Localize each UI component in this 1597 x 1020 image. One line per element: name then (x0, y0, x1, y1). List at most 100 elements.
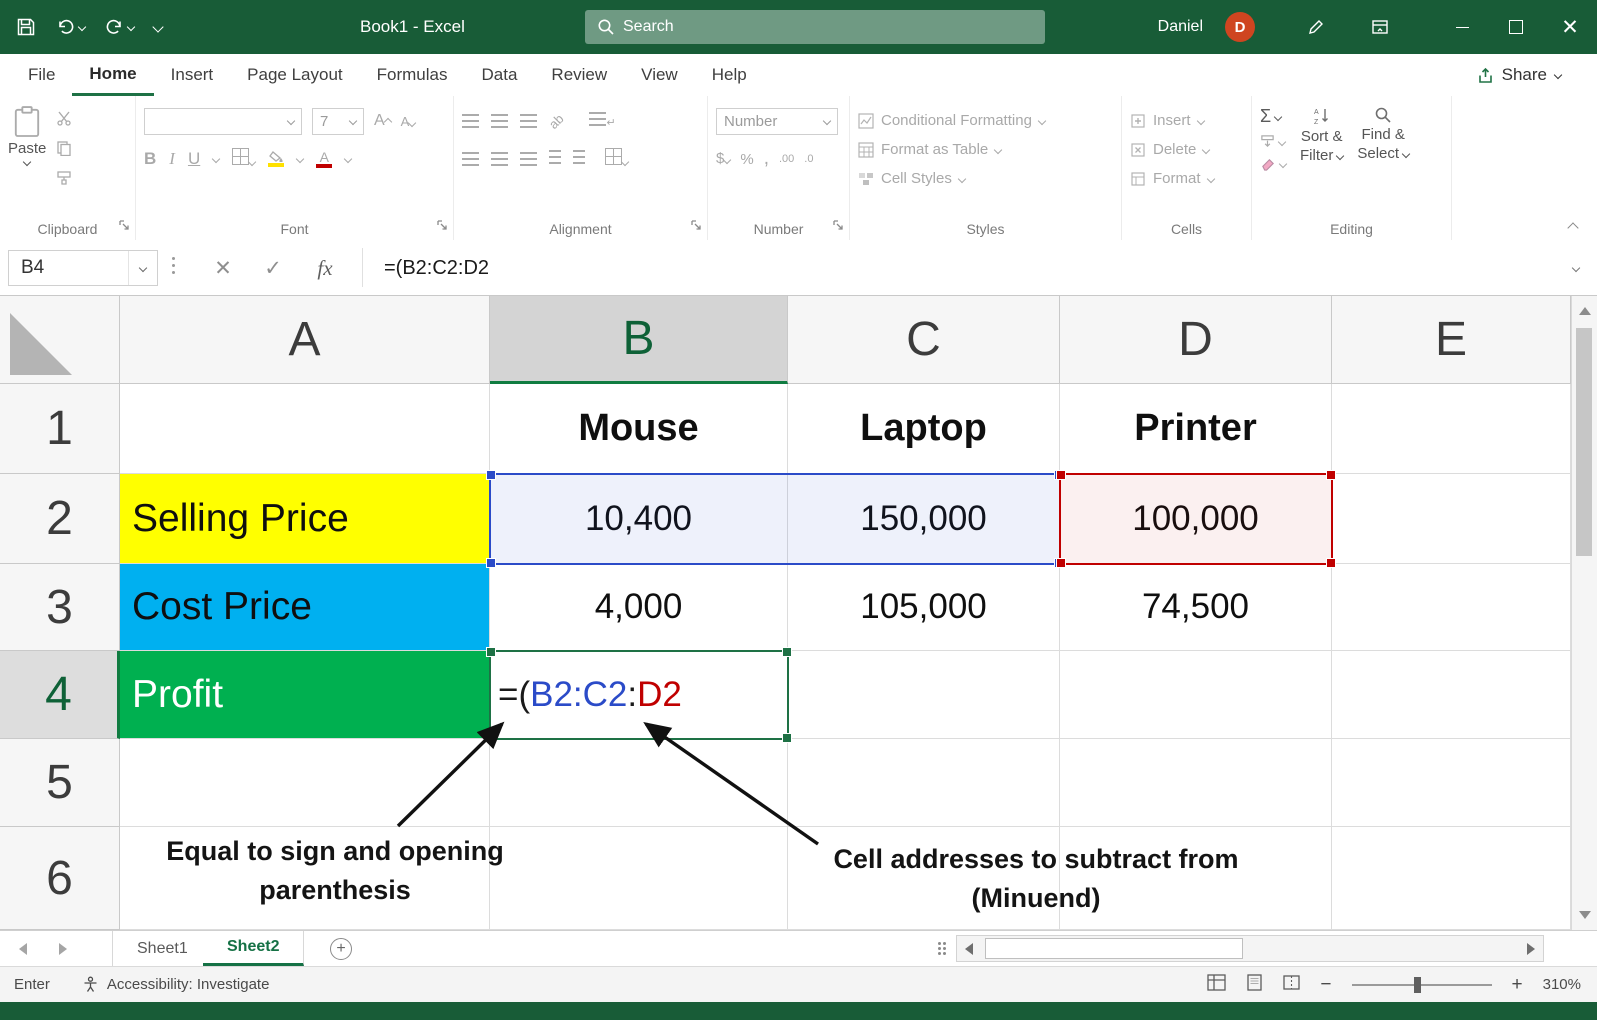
font-color-button[interactable]: A (316, 150, 333, 168)
cell-C5[interactable] (788, 739, 1060, 827)
percent-style-button[interactable]: % (740, 151, 753, 168)
align-left-button[interactable] (462, 152, 479, 166)
align-right-button[interactable] (520, 152, 537, 166)
undo-button[interactable] (56, 18, 87, 37)
save-button[interactable] (16, 17, 36, 37)
customize-quick-access-button[interactable] (152, 21, 164, 33)
inking-button[interactable] (1307, 18, 1325, 36)
horizontal-scrollbar-thumb[interactable] (985, 938, 1243, 959)
name-box[interactable]: B4 (8, 250, 158, 286)
font-name-combo[interactable] (144, 107, 302, 135)
increase-decimal-button[interactable]: .00 (779, 153, 794, 165)
cell-C3[interactable]: 105,000 (788, 564, 1060, 651)
close-button[interactable]: ✕ (1543, 0, 1597, 54)
accessibility-checker-button[interactable]: Accessibility: Investigate (82, 976, 269, 993)
scroll-down-button[interactable] (1572, 902, 1597, 928)
row-header-3[interactable]: 3 (0, 564, 120, 651)
underline-options-chevron[interactable] (211, 154, 221, 164)
row-header-2[interactable]: 2 (0, 474, 120, 564)
cell-B1[interactable]: Mouse (490, 384, 788, 474)
align-middle-button[interactable] (491, 114, 508, 128)
format-as-table-button[interactable]: Format as Table (858, 135, 1113, 164)
cell-E2[interactable] (1332, 474, 1571, 564)
minimize-button[interactable] (1435, 0, 1489, 54)
tab-insert[interactable]: Insert (154, 54, 231, 96)
user-avatar[interactable]: D (1225, 12, 1255, 42)
insert-cells-button[interactable]: Insert (1130, 106, 1243, 135)
column-header-D[interactable]: D (1060, 296, 1332, 384)
sheet-tab-sheet2[interactable]: Sheet2 (203, 931, 305, 966)
font-size-combo[interactable]: 7 (312, 107, 364, 135)
vertical-scrollbar[interactable] (1571, 296, 1597, 930)
align-bottom-button[interactable] (520, 114, 537, 128)
copy-button[interactable] (56, 140, 72, 161)
cell-E6[interactable] (1332, 827, 1571, 930)
zoom-out-button[interactable]: − (1320, 974, 1331, 996)
increase-indent-button[interactable] (573, 149, 585, 169)
decrease-indent-button[interactable] (549, 149, 561, 169)
horizontal-scrollbar[interactable] (956, 935, 1544, 962)
format-cells-button[interactable]: Format (1130, 164, 1243, 193)
cell-B3[interactable]: 4,000 (490, 564, 788, 651)
zoom-slider-thumb[interactable] (1413, 976, 1421, 993)
next-sheet-button[interactable] (44, 931, 82, 966)
autosum-button[interactable]: Σ (1260, 106, 1286, 127)
comma-style-button[interactable]: , (764, 148, 769, 170)
cell-D1[interactable]: Printer (1060, 384, 1332, 474)
format-painter-button[interactable] (56, 170, 72, 191)
tab-home[interactable]: Home (72, 54, 154, 96)
clipboard-dialog-launcher[interactable] (118, 218, 130, 236)
cell-B2[interactable]: 10,400 (490, 474, 788, 564)
cell-D3[interactable]: 74,500 (1060, 564, 1332, 651)
cell-C4[interactable] (788, 651, 1060, 739)
cancel-entry-button[interactable]: ✕ (200, 240, 246, 296)
align-top-button[interactable] (462, 114, 479, 128)
name-box-chevron[interactable] (128, 251, 157, 285)
number-dialog-launcher[interactable] (832, 218, 844, 236)
tab-data[interactable]: Data (465, 54, 535, 96)
column-header-A[interactable]: A (120, 296, 490, 384)
cell-E5[interactable] (1332, 739, 1571, 827)
bold-button[interactable]: B (144, 149, 156, 169)
row-header-5[interactable]: 5 (0, 739, 120, 827)
zoom-slider[interactable] (1351, 976, 1492, 993)
italic-button[interactable]: I (169, 149, 175, 169)
enter-entry-button[interactable]: ✓ (250, 240, 296, 296)
paste-button[interactable]: Paste (8, 106, 46, 191)
cell-B4-formula-edit[interactable]: =(B2:C2: D2 (490, 651, 788, 739)
tab-review[interactable]: Review (534, 54, 624, 96)
fill-button[interactable] (1260, 134, 1287, 149)
wrap-text-button[interactable]: ↵ (589, 111, 616, 131)
cell-C1[interactable]: Laptop (788, 384, 1060, 474)
cell-B5[interactable] (490, 739, 788, 827)
normal-view-button[interactable] (1207, 974, 1227, 995)
orientation-button[interactable]: ab (546, 111, 567, 132)
delete-cells-button[interactable]: Delete (1130, 135, 1243, 164)
cell-A3[interactable]: Cost Price (120, 564, 490, 651)
cell-E1[interactable] (1332, 384, 1571, 474)
cell-A5[interactable] (120, 739, 490, 827)
new-sheet-button[interactable]: + (330, 938, 352, 960)
merge-center-button[interactable] (605, 148, 630, 170)
column-header-C[interactable]: C (788, 296, 1060, 384)
formula-bar-resize-handle[interactable] (172, 257, 175, 260)
font-dialog-launcher[interactable] (436, 218, 448, 236)
find-select-button[interactable]: Find & Select (1357, 106, 1411, 172)
tab-formulas[interactable]: Formulas (360, 54, 465, 96)
select-all-button[interactable] (0, 296, 120, 384)
previous-sheet-button[interactable] (4, 931, 42, 966)
underline-button[interactable]: U (188, 149, 200, 169)
scroll-left-button[interactable] (957, 936, 981, 961)
fill-color-button[interactable] (268, 151, 285, 167)
cell-A1[interactable] (120, 384, 490, 474)
redo-button[interactable] (105, 18, 136, 37)
decrease-decimal-button[interactable]: .0 (804, 153, 813, 165)
column-header-B[interactable]: B (490, 296, 788, 384)
formula-bar-input[interactable]: =(B2:C2:D2 (384, 240, 489, 296)
alignment-dialog-launcher[interactable] (690, 218, 702, 236)
tab-page-layout[interactable]: Page Layout (230, 54, 359, 96)
row-header-4[interactable]: 4 (0, 651, 120, 739)
column-header-E[interactable]: E (1332, 296, 1571, 384)
tab-help[interactable]: Help (695, 54, 764, 96)
row-header-1[interactable]: 1 (0, 384, 120, 474)
